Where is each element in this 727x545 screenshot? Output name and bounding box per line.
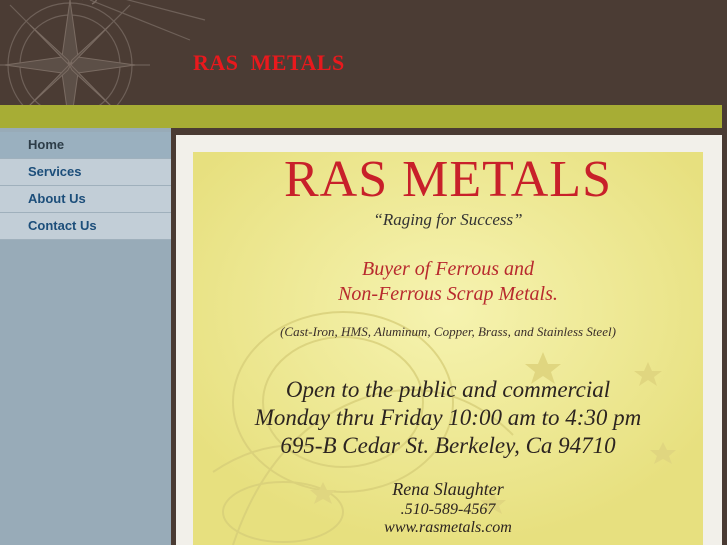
sidebar-nav: Home Services About Us Contact Us [0, 128, 172, 545]
flyer-tagline: “Raging for Success” [373, 210, 523, 229]
nav-item-contact-us[interactable]: Contact Us [0, 213, 171, 240]
flyer-buyer-line-2: Non-Ferrous Scrap Metals. [338, 283, 558, 305]
site-header: RAS METALS [0, 0, 727, 105]
compass-rose-icon [0, 0, 206, 105]
nav-item-services[interactable]: Services [0, 159, 171, 186]
flyer-buyer-line-1: Buyer of Ferrous and [361, 258, 534, 280]
nav-item-home[interactable]: Home [0, 132, 171, 159]
accent-band-edge [722, 105, 727, 128]
flyer-open-line-1: Open to the public and commercial [285, 377, 611, 402]
flyer-phone: .510-589-4567 [400, 501, 496, 518]
flyer-title: RAS METALS [284, 152, 612, 208]
accent-band [0, 105, 727, 128]
flyer-address: 695-B Cedar St. Berkeley, Ca 94710 [280, 433, 616, 458]
nav-item-about-us[interactable]: About Us [0, 186, 171, 213]
site-title: RAS METALS [193, 50, 345, 75]
business-flyer-image: RAS METALS “Raging for Success” Buyer of… [193, 152, 703, 545]
flyer-materials: (Cast-Iron, HMS, Aluminum, Copper, Brass… [280, 324, 616, 339]
flyer-contact-name: Rena Slaughter [392, 479, 504, 499]
flyer-hours: Monday thru Friday 10:00 am to 4:30 pm [254, 405, 642, 430]
flyer-website: www.rasmetals.com [384, 519, 512, 536]
